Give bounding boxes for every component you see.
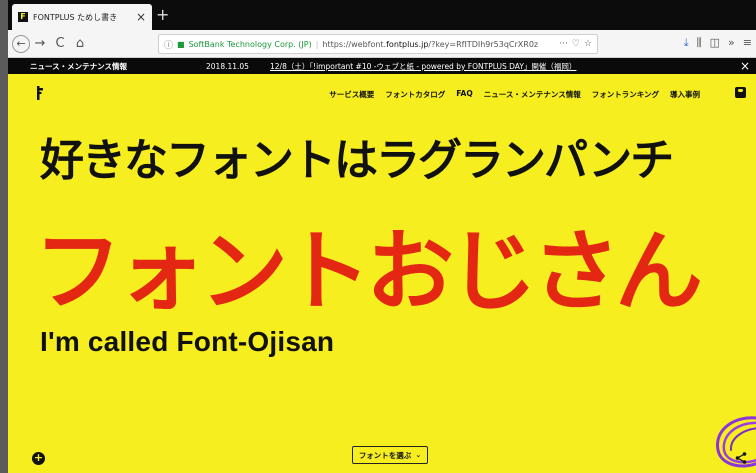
back-button[interactable]: ←	[12, 34, 30, 53]
home-button[interactable]: ⌂	[70, 36, 90, 51]
tab-fontplus[interactable]: F FONTPLUS ためし書き ×	[12, 4, 152, 30]
user-icon[interactable]	[735, 87, 746, 98]
nav-news[interactable]: ニュース・メンテナンス情報	[484, 89, 581, 100]
navigation-bar: ← → C ⌂ ⓘ ■ SoftBank Technology Corp. (J…	[8, 30, 756, 58]
url-text[interactable]: https://webfont.fontplus.jp/?key=RfITDIh…	[322, 40, 555, 49]
news-close-icon[interactable]: ×	[740, 60, 750, 72]
site-identity[interactable]: SoftBank Technology Corp. (JP)	[189, 40, 312, 49]
reload-button[interactable]: C	[50, 36, 70, 51]
menu-icon[interactable]: ≡	[743, 36, 752, 50]
new-tab-button[interactable]: +	[156, 7, 169, 23]
news-date: 2018.11.05	[206, 61, 249, 71]
tab-bar: F FONTPLUS ためし書き × +	[8, 0, 756, 30]
url-separator: |	[315, 39, 319, 49]
share-icon[interactable]	[734, 451, 748, 465]
nav-service-overview[interactable]: サービス概要	[329, 89, 374, 100]
nav-faq[interactable]: FAQ	[456, 89, 472, 100]
info-icon[interactable]: ⓘ	[164, 38, 173, 51]
browser-window: F FONTPLUS ためし書き × + ← → C ⌂ ⓘ ■ SoftBan…	[8, 0, 756, 473]
pocket-icon[interactable]: ♡	[572, 39, 580, 49]
choose-font-label: フォントを選ぶ	[358, 450, 412, 460]
nav-case-studies[interactable]: 導入事例	[670, 89, 700, 100]
library-icon[interactable]: ⫼	[697, 36, 702, 50]
lock-icon: ■	[177, 39, 185, 49]
hero-subtitle: I'm called Font-Ojisan	[40, 326, 335, 357]
url-suffix: /?key=RfITDIh9r53qCrXR0z	[428, 39, 539, 49]
nav-font-catalog[interactable]: フォントカタログ	[385, 89, 445, 100]
tab-close-icon[interactable]: ×	[136, 11, 146, 23]
sidebar-icon[interactable]: ◫	[710, 36, 720, 50]
fontplus-logo-icon[interactable]	[32, 86, 44, 100]
news-bar: ニュース・メンテナンス情報 2018.11.05 12/8（土）「!import…	[8, 58, 756, 74]
choose-font-button[interactable]: フォントを選ぶ ⌄	[352, 446, 428, 464]
news-headline-link[interactable]: 12/8（土）「!important #10 -ウェブと紙 - powered …	[270, 61, 576, 72]
chevron-down-icon: ⌄	[415, 451, 422, 459]
hero-title: フォントおじさん	[34, 220, 703, 323]
bookmark-star-icon[interactable]: ☆	[584, 39, 592, 49]
favicon-icon: F	[18, 12, 28, 22]
add-button[interactable]: +	[32, 452, 45, 465]
browser-toolbar: ⤓ ⫼ ◫ » ≡	[684, 36, 752, 50]
site-navigation: サービス概要 フォントカタログ FAQ ニュース・メンテナンス情報 フォントラン…	[329, 89, 700, 100]
url-bar[interactable]: ⓘ ■ SoftBank Technology Corp. (JP) | htt…	[158, 34, 598, 54]
url-domain: fontplus.jp	[386, 39, 429, 49]
download-icon[interactable]: ⤓	[684, 36, 689, 50]
news-label: ニュース・メンテナンス情報	[30, 61, 127, 71]
overflow-icon[interactable]: »	[728, 36, 735, 50]
nav-font-ranking[interactable]: フォントランキング	[592, 89, 659, 100]
forward-button[interactable]: →	[30, 36, 50, 51]
hero-tagline: 好きなフォントはラグランパンチ	[40, 135, 674, 186]
tab-title: FONTPLUS ためし書き	[33, 12, 118, 22]
url-prefix: https://webfont.	[322, 39, 387, 49]
purple-scribble-decoration	[716, 416, 756, 468]
page-actions-icon[interactable]: ···	[559, 39, 568, 49]
